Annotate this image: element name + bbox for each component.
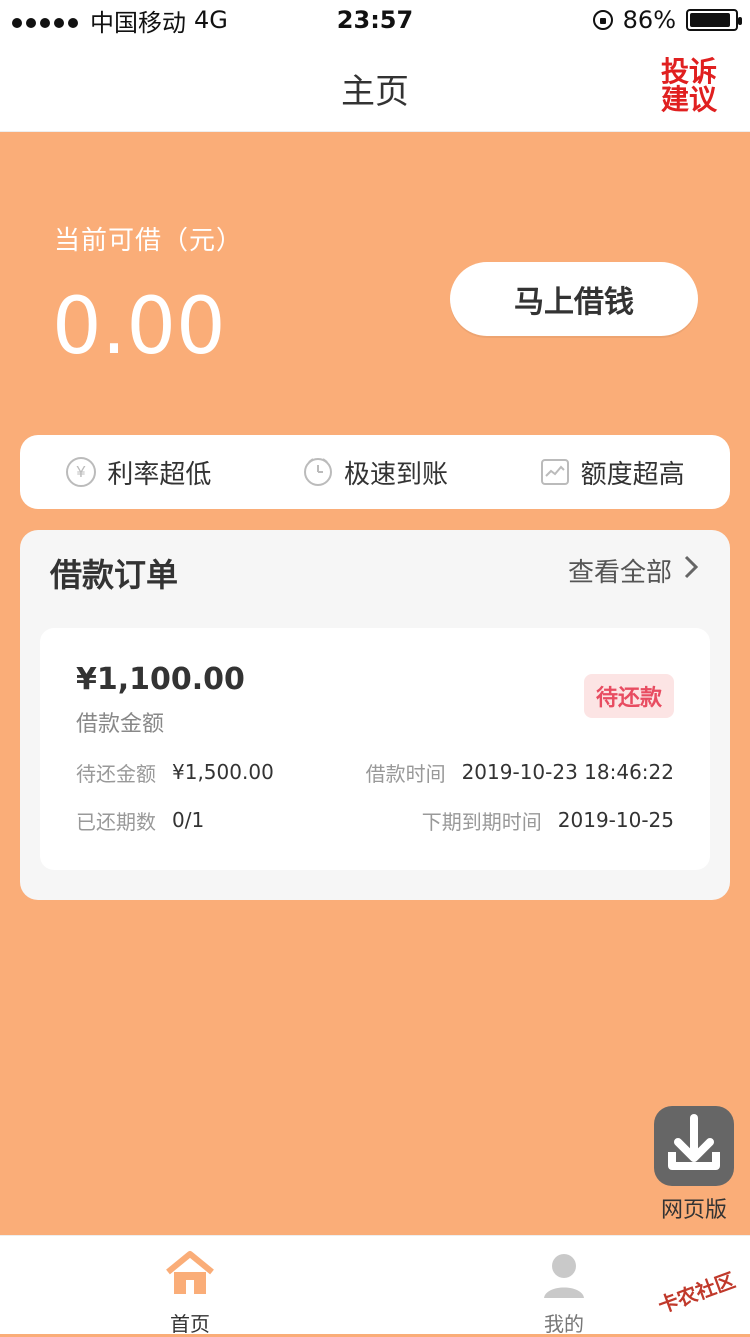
bottom-tab-bar: 首页 我的	[0, 1235, 750, 1337]
order-row-1: 待还金额 ¥1,500.00 借款时间 2019-10-23 18:46:22	[76, 758, 674, 786]
app-header: 主页 投诉建议	[0, 40, 750, 132]
feature-high-limit: 额度超高	[539, 454, 685, 491]
available-amount: 0.00	[52, 282, 226, 372]
tab-me-label: 我的	[544, 1312, 584, 1336]
clock-icon	[303, 458, 332, 486]
borrow-now-button[interactable]: 马上借钱	[450, 262, 698, 336]
status-time: 23:57	[336, 6, 414, 34]
order-row-2: 已还期数 0/1 下期到期时间 2019-10-25	[76, 806, 674, 834]
order-amount-label: 借款金额	[76, 712, 165, 737]
order-amount: ¥1,100.00	[76, 662, 245, 697]
features-bar: ¥ 利率超低 极速到账 额度超高	[20, 435, 730, 509]
feature-low-rate: ¥ 利率超低	[65, 454, 211, 491]
orders-panel: 借款订单 查看全部 ¥1,100.00 借款金额 待还款 待还金额 ¥1,500…	[20, 530, 730, 900]
yen-icon: ¥	[66, 457, 97, 487]
paid-periods-label: 已还期数	[76, 809, 156, 834]
chevron-right-icon	[682, 554, 700, 587]
loan-time-value: 2019-10-23 18:46:22	[461, 760, 674, 784]
due-amount-label: 待还金额	[76, 761, 156, 786]
orders-title: 借款订单	[50, 556, 179, 594]
complaint-suggestion-link[interactable]: 投诉建议	[660, 58, 718, 114]
available-label: 当前可借（元）	[54, 226, 244, 256]
due-amount-value: ¥1,500.00	[172, 760, 274, 784]
download-icon	[654, 1106, 734, 1186]
web-version-floating-button[interactable]: 网页版	[654, 1106, 734, 1224]
next-due-value: 2019-10-25	[557, 808, 674, 832]
next-due-label: 下期到期时间	[421, 809, 542, 834]
feature-label: 极速到账	[343, 459, 448, 490]
view-all-label: 查看全部	[567, 558, 672, 588]
user-icon	[544, 1254, 584, 1298]
tab-home-label: 首页	[170, 1312, 210, 1336]
feature-fast-arrival: 极速到账	[302, 454, 448, 491]
paid-periods-value: 0/1	[172, 808, 205, 832]
feature-label: 额度超高	[580, 459, 685, 490]
status-bar: 中国移动 4G 23:57 86%	[0, 0, 750, 40]
home-icon	[166, 1251, 214, 1294]
view-all-link[interactable]: 查看全部	[568, 552, 700, 589]
battery-icon	[686, 9, 742, 31]
tab-me[interactable]: 我的	[484, 1246, 644, 1337]
loan-time-label: 借款时间	[365, 761, 446, 786]
rotation-lock-icon	[592, 10, 613, 30]
order-card[interactable]: ¥1,100.00 借款金额 待还款 待还金额 ¥1,500.00 借款时间 2…	[40, 628, 710, 870]
hero-section: 当前可借（元） 0.00 马上借钱	[0, 132, 750, 432]
chart-icon	[540, 459, 569, 485]
feature-label: 利率超低	[107, 459, 212, 490]
status-badge: 待还款	[583, 674, 674, 718]
tab-home[interactable]: 首页	[110, 1246, 270, 1337]
svg-text:¥: ¥	[76, 464, 86, 481]
web-version-label: 网页版	[660, 1198, 727, 1223]
page-title: 主页	[341, 72, 409, 112]
